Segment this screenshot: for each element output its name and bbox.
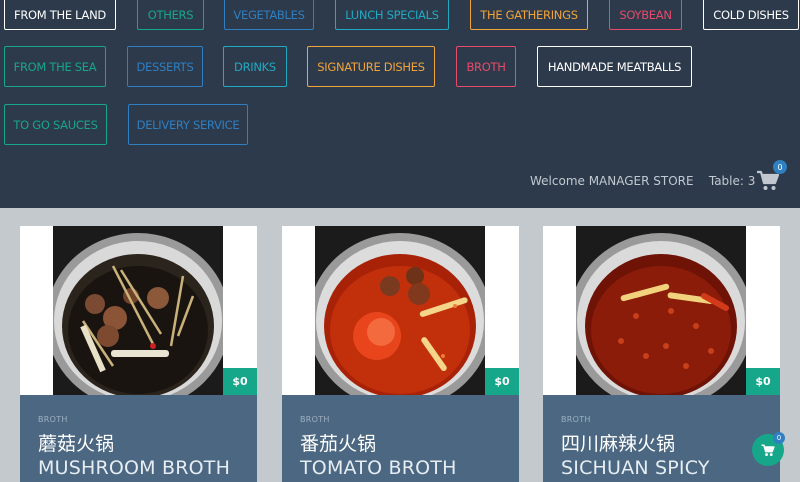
product-name-en: SICHUAN SPICY	[561, 457, 710, 479]
mushroom-broth-image	[53, 226, 223, 396]
category-soybean[interactable]: SOYBEAN	[609, 0, 682, 30]
category-from-the-sea[interactable]: FROM THE SEA	[4, 46, 106, 87]
welcome-text: Welcome MANAGER STORE	[530, 174, 694, 188]
product-info: BROTH 四川麻辣火锅 SICHUAN SPICY	[543, 395, 780, 482]
product-name-en: TOMATO BROTH	[300, 457, 457, 479]
cart-count-badge: 0	[773, 160, 787, 174]
product-card-tomato-broth[interactable]: $0 BROTH 番茄火锅 TOMATO BROTH	[282, 226, 519, 482]
category-signature-dishes[interactable]: SIGNATURE DISHES	[307, 46, 435, 87]
header-cart-button[interactable]: 0	[756, 160, 787, 190]
product-name-en: MUSHROOM BROTH	[38, 457, 231, 479]
category-from-the-land[interactable]: FROM THE LAND	[4, 0, 116, 30]
product-card-mushroom-broth[interactable]: $0 BROTH 蘑菇火锅 MUSHROOM BROTH	[20, 226, 257, 482]
price-tag: $0	[485, 368, 519, 395]
category-handmade-meatballs[interactable]: HANDMADE MEATBALLS	[537, 46, 692, 87]
category-drinks[interactable]: DRINKS	[223, 46, 287, 87]
product-name-cn: 番茄火锅	[300, 433, 377, 455]
price-tag: $0	[746, 368, 780, 395]
category-lunch-specials[interactable]: LUNCH SPECIALS	[335, 0, 449, 30]
price-tag: $0	[223, 368, 257, 395]
category-header: FROM THE LAND OTHERS VEGETABLES LUNCH SP…	[0, 0, 800, 208]
product-info: BROTH 番茄火锅 TOMATO BROTH	[282, 395, 519, 482]
floating-cart-badge: 0	[773, 432, 785, 444]
shopping-cart-icon	[761, 443, 775, 456]
category-vegetables[interactable]: VEGETABLES	[224, 0, 314, 30]
product-category: BROTH	[38, 415, 68, 424]
product-name-cn: 四川麻辣火锅	[561, 433, 676, 455]
category-to-go-sauces[interactable]: TO GO SAUCES	[4, 104, 107, 145]
category-broth[interactable]: BROTH	[456, 46, 516, 87]
category-cold-dishes[interactable]: COLD DISHES	[703, 0, 799, 30]
welcome-status: Welcome MANAGER STORE Table: 3	[530, 174, 755, 188]
product-card-sichuan-spicy[interactable]: $0 BROTH 四川麻辣火锅 SICHUAN SPICY	[543, 226, 780, 482]
product-category: BROTH	[561, 415, 591, 424]
product-category: BROTH	[300, 415, 330, 424]
table-number: Table: 3	[708, 174, 756, 188]
category-desserts[interactable]: DESSERTS	[127, 46, 203, 87]
category-others[interactable]: OTHERS	[137, 0, 204, 30]
sichuan-spicy-image	[576, 226, 746, 396]
category-delivery-service[interactable]: DELIVERY SERVICE	[128, 104, 248, 145]
tomato-broth-image	[315, 226, 485, 396]
product-info: BROTH 蘑菇火锅 MUSHROOM BROTH	[20, 395, 257, 482]
product-name-cn: 蘑菇火锅	[38, 433, 115, 455]
floating-cart-button[interactable]: 0	[752, 432, 785, 466]
category-the-gatherings[interactable]: THE GATHERINGS	[470, 0, 588, 30]
